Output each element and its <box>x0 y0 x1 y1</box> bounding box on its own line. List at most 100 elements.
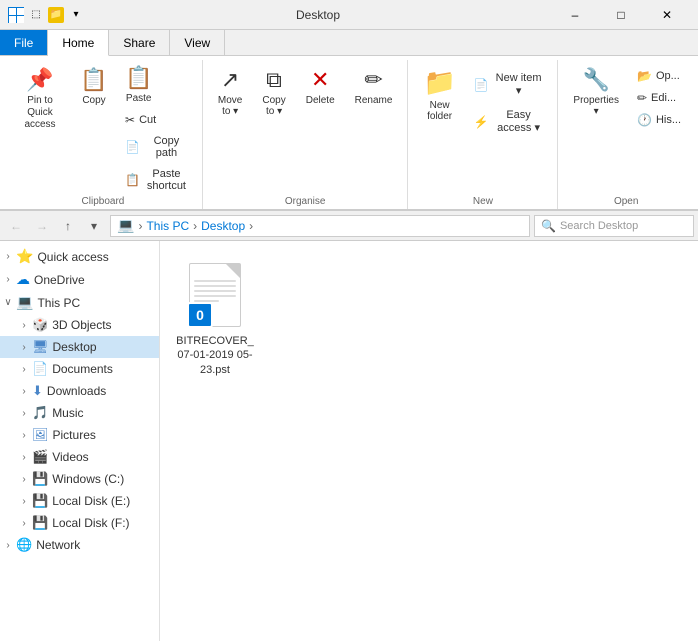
expand-icon: › <box>16 496 32 507</box>
sidebar-label: Downloads <box>47 384 106 398</box>
local-disk-e-icon: 💾 <box>32 493 48 509</box>
addressbar: ← → ↑ ▾ 💻 › This PC › Desktop › 🔍 Search… <box>0 211 698 241</box>
copy-path-button[interactable]: 📄 Copy path <box>118 131 196 163</box>
page-line <box>194 280 236 282</box>
copy-path-label: Copy path <box>144 135 189 159</box>
copy-to-button[interactable]: ⧉ Copyto ▾ <box>253 60 294 124</box>
ribbon: 📌 Pin to Quick access 📋 Copy 📋 Paste ✂ C <box>0 56 698 211</box>
easy-access-label: Easy access ▾ <box>493 109 545 134</box>
app-icon <box>8 7 24 23</box>
properties-label: Properties▾ <box>573 95 619 117</box>
edit-label: Edi... <box>651 92 676 104</box>
sidebar-item-onedrive[interactable]: › ☁ OneDrive <box>0 268 159 291</box>
sidebar-item-quick-access[interactable]: › ⭐ Quick access <box>0 245 159 268</box>
documents-icon: 📄 <box>32 361 48 377</box>
sidebar-item-desktop[interactable]: › 🖥 Desktop <box>0 336 159 358</box>
paste-button[interactable]: 📋 Paste <box>118 60 159 109</box>
sidebar-label: Quick access <box>37 250 108 264</box>
expand-icon: › <box>16 474 32 485</box>
address-path[interactable]: 💻 › This PC › Desktop › <box>110 215 530 237</box>
maximize-button[interactable]: □ <box>598 0 644 30</box>
organise-label: Organise <box>285 196 326 209</box>
ribbon-group-clipboard: 📌 Pin to Quick access 📋 Copy 📋 Paste ✂ C <box>4 60 203 209</box>
folder-icon[interactable]: 📁 <box>48 7 64 23</box>
search-placeholder: Search Desktop <box>560 220 638 232</box>
expand-icon: › <box>0 251 16 262</box>
local-disk-f-icon: 💾 <box>32 515 48 531</box>
sidebar-label: Local Disk (E:) <box>52 494 130 508</box>
new-folder-button[interactable]: 📁 Newfolder <box>414 60 464 129</box>
path-desktop[interactable]: Desktop <box>201 219 245 233</box>
sidebar-item-this-pc[interactable]: ∨ 💻 This PC <box>0 291 159 314</box>
sidebar-item-windows-c[interactable]: › 💾 Windows (C:) <box>0 468 159 490</box>
sidebar-item-local-disk-e[interactable]: › 💾 Local Disk (E:) <box>0 490 159 512</box>
recent-button[interactable]: ▾ <box>82 214 106 238</box>
up-button[interactable]: ↑ <box>56 214 80 238</box>
easy-access-button[interactable]: ⚡ Easy access ▾ <box>467 105 552 138</box>
rename-icon: ✏ <box>364 67 382 93</box>
new-folder-label: Newfolder <box>427 100 452 122</box>
window-title: Desktop <box>84 8 552 22</box>
tab-share[interactable]: Share <box>109 30 170 55</box>
path-this-pc[interactable]: This PC <box>146 219 189 233</box>
tab-view[interactable]: View <box>170 30 225 55</box>
ribbon-group-organise: ↗ Moveto ▾ ⧉ Copyto ▾ ✕ Delete ✏ Rename … <box>203 60 409 209</box>
sidebar-item-downloads[interactable]: › ⬇ Downloads <box>0 380 159 402</box>
close-button[interactable]: ✕ <box>644 0 690 30</box>
expand-icon: › <box>16 518 32 529</box>
open-btn[interactable]: 📂 Op... <box>630 66 688 86</box>
sidebar-label: Documents <box>52 362 113 376</box>
search-box[interactable]: 🔍 Search Desktop <box>534 215 694 237</box>
new-small-col: 📄 New item ▾ ⚡ Easy access ▾ <box>467 60 552 138</box>
delete-button[interactable]: ✕ Delete <box>297 60 344 113</box>
expand-icon: › <box>16 386 32 397</box>
pin-quick-access-button[interactable]: 📌 Pin to Quick access <box>10 60 70 138</box>
sidebar-label: Videos <box>52 450 88 464</box>
badge-text: 0 <box>196 307 204 323</box>
file-name: BITRECOVER_07-01-2019 05-23.pst <box>175 334 255 377</box>
cut-button[interactable]: ✂ Cut <box>118 110 196 130</box>
sidebar-item-3d-objects[interactable]: › 🎲 3D Objects <box>0 314 159 336</box>
sidebar-label: 3D Objects <box>52 318 111 332</box>
minimize-button[interactable]: – <box>552 0 598 30</box>
expand-icon: ∨ <box>0 297 16 308</box>
down-arrow-icon[interactable]: ▾ <box>68 7 84 23</box>
expand-icon: › <box>16 364 32 375</box>
sidebar-item-pictures[interactable]: › 🖼 Pictures <box>0 424 159 446</box>
new-item-icon: 📄 <box>474 79 489 91</box>
tab-home[interactable]: Home <box>48 30 109 56</box>
this-pc-icon: 💻 <box>16 294 33 311</box>
quick-access-icon: ⭐ <box>16 248 33 265</box>
file-item-pst[interactable]: 0 BITRECOVER_07-01-2019 05-23.pst <box>170 251 260 386</box>
sidebar-item-network[interactable]: › 🌐 Network <box>0 534 159 556</box>
edit-button[interactable]: ✏ Edi... <box>630 88 688 108</box>
sidebar-item-videos[interactable]: › 🎬 Videos <box>0 446 159 468</box>
page-line <box>194 295 236 297</box>
sidebar-label: Pictures <box>53 428 96 442</box>
move-to-label: Moveto ▾ <box>218 95 242 117</box>
downloads-icon: ⬇ <box>32 383 43 399</box>
back-button[interactable]: ← <box>4 214 28 238</box>
properties-button[interactable]: 🔧 Properties▾ <box>564 60 628 124</box>
sidebar-label: Music <box>52 406 83 420</box>
copy-button[interactable]: 📋 Copy <box>72 60 116 113</box>
forward-button[interactable]: → <box>30 214 54 238</box>
history-button[interactable]: 🕐 His... <box>630 110 688 130</box>
paste-shortcut-button[interactable]: 📋 Paste shortcut <box>118 164 196 196</box>
tab-file[interactable]: File <box>0 30 48 55</box>
clipboard-small-col: ✂ Cut 📄 Copy path 📋 Paste shortcut <box>118 110 196 196</box>
paste-shortcut-label: Paste shortcut <box>144 168 189 192</box>
rename-button[interactable]: ✏ Rename <box>346 60 402 113</box>
sidebar-item-music[interactable]: › 🎵 Music <box>0 402 159 424</box>
copy-path-icon: 📄 <box>125 141 140 153</box>
history-icon: 🕐 <box>637 114 652 126</box>
move-to-button[interactable]: ↗ Moveto ▾ <box>209 60 251 124</box>
sidebar-label: Network <box>36 538 80 552</box>
sidebar-item-documents[interactable]: › 📄 Documents <box>0 358 159 380</box>
page-corner <box>226 264 240 278</box>
new-item-button[interactable]: 📄 New item ▾ <box>467 68 552 101</box>
new-item-label: New item ▾ <box>493 72 545 97</box>
onedrive-icon: ☁ <box>16 271 30 288</box>
sidebar-item-local-disk-f[interactable]: › 💾 Local Disk (F:) <box>0 512 159 534</box>
content-area: 0 BITRECOVER_07-01-2019 05-23.pst <box>160 241 698 641</box>
